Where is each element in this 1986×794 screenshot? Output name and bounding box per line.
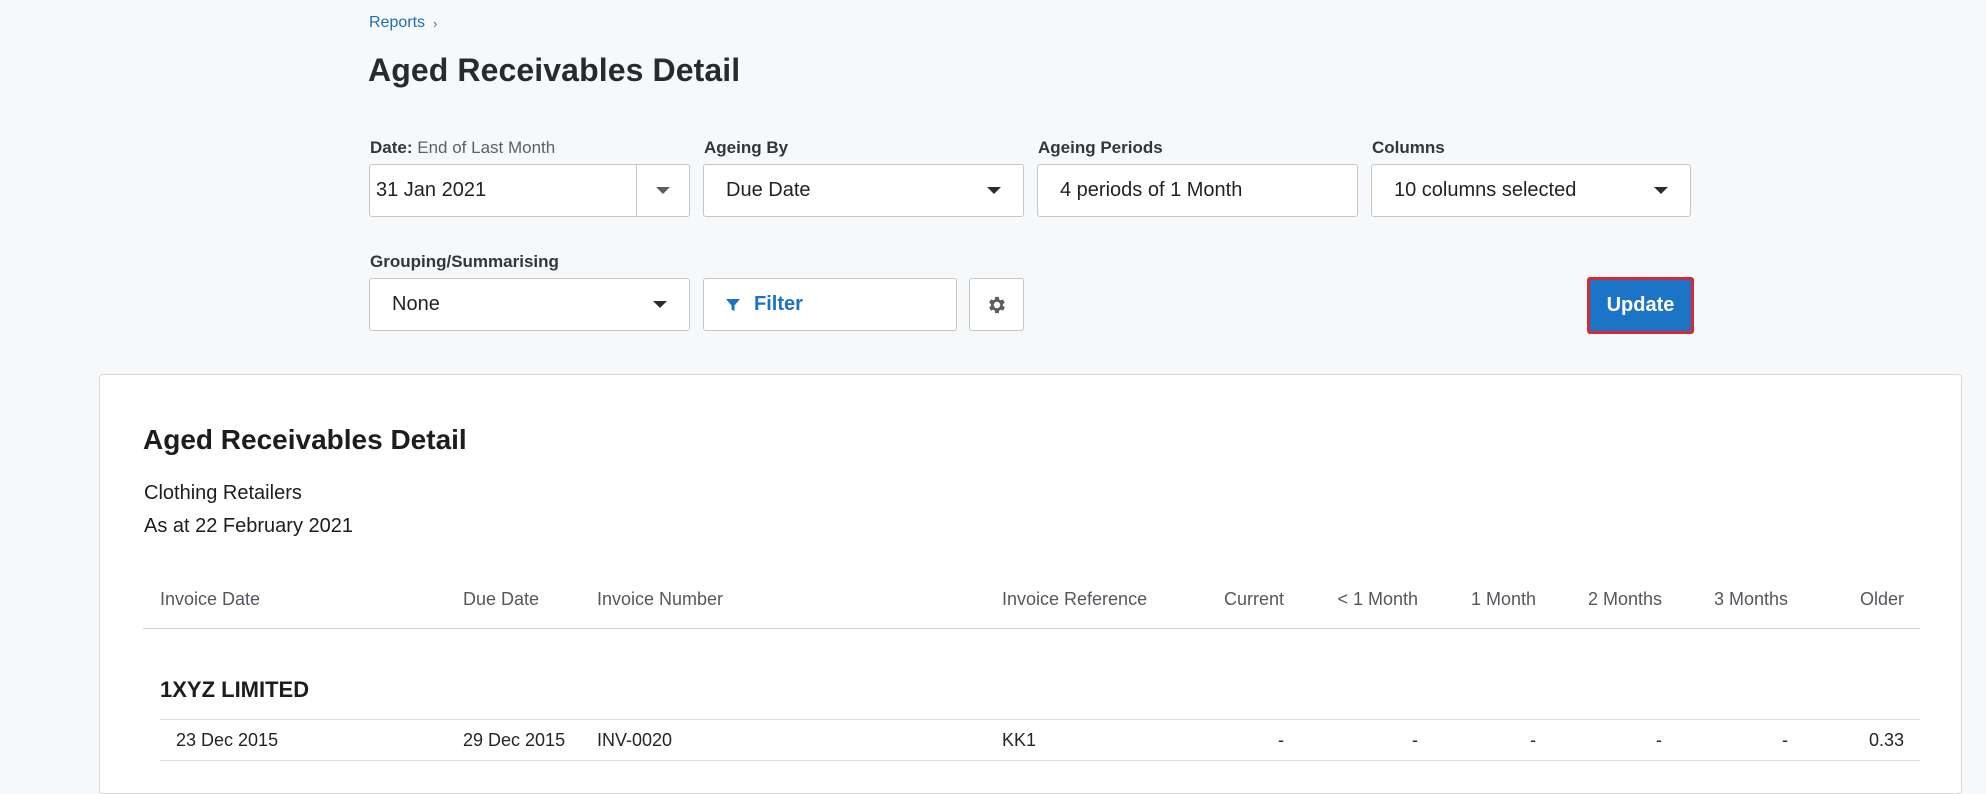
date-label: Date: End of Last Month: [370, 138, 555, 158]
column-header-invoice-date[interactable]: Invoice Date: [160, 589, 260, 610]
cell-due-date: 29 Dec 2015: [463, 730, 566, 750]
grouping-value: None: [392, 293, 440, 315]
report-title: Aged Receivables Detail: [143, 424, 467, 455]
column-header-older[interactable]: Older: [1804, 589, 1904, 610]
row-divider: [160, 760, 1920, 761]
grouping-label: Grouping/Summarising: [370, 252, 559, 271]
ageing-by-select[interactable]: Due Date: [703, 164, 1024, 217]
cell-1-month: -: [1530, 730, 1536, 750]
cell-older[interactable]: 0.33: [1804, 730, 1904, 751]
report-organisation: Clothing Retailers: [144, 482, 302, 504]
columns-select[interactable]: 10 columns selected: [1371, 164, 1691, 217]
page-title: Aged Receivables Detail: [368, 52, 741, 88]
caret-down-icon: [1654, 187, 1668, 194]
date-label-text: Date:: [370, 138, 413, 157]
breadcrumb-reports-link[interactable]: Reports: [369, 14, 425, 32]
column-header-lt-1-month[interactable]: < 1 Month: [1300, 589, 1418, 610]
date-dropdown-toggle[interactable]: [637, 187, 689, 194]
date-picker[interactable]: 31 Jan 2021: [369, 164, 690, 217]
column-header-1-month[interactable]: 1 Month: [1436, 589, 1536, 610]
header-divider: [143, 628, 1920, 629]
cell-invoice-number[interactable]: INV-0020: [597, 730, 672, 751]
cell-invoice-reference: KK1: [1002, 730, 1037, 750]
date-sub-label: End of Last Month: [417, 138, 556, 157]
cell-2-months: -: [1656, 730, 1662, 750]
gear-icon: [988, 296, 1005, 313]
settings-button[interactable]: [969, 278, 1024, 331]
filter-button[interactable]: Filter: [703, 278, 957, 331]
update-button[interactable]: Update: [1587, 277, 1694, 334]
breadcrumb: Reports ›: [369, 14, 437, 32]
column-header-due-date[interactable]: Due Date: [463, 589, 539, 610]
columns-label: Columns: [1372, 138, 1445, 157]
ageing-periods-label: Ageing Periods: [1038, 138, 1163, 157]
column-header-3-months[interactable]: 3 Months: [1678, 589, 1788, 610]
column-header-invoice-reference[interactable]: Invoice Reference: [1002, 589, 1147, 610]
column-header-invoice-number[interactable]: Invoice Number: [597, 589, 723, 610]
grouping-select[interactable]: None: [369, 278, 690, 331]
caret-down-icon: [987, 187, 1001, 194]
caret-down-icon: [653, 301, 667, 308]
ageing-periods-field[interactable]: 4 periods of 1 Month: [1037, 164, 1358, 217]
columns-value: 10 columns selected: [1394, 179, 1577, 201]
filter-button-label: Filter: [754, 293, 803, 315]
cell-current: -: [1278, 730, 1284, 750]
ageing-by-value: Due Date: [726, 179, 811, 201]
row-divider: [160, 719, 1920, 720]
date-input[interactable]: 31 Jan 2021: [370, 179, 636, 202]
ageing-periods-value: 4 periods of 1 Month: [1060, 179, 1243, 201]
filter-icon: [726, 298, 740, 311]
chevron-right-icon: ›: [433, 15, 438, 31]
group-name: 1XYZ LIMITED: [160, 677, 310, 702]
caret-down-icon: [656, 187, 670, 194]
column-header-current[interactable]: Current: [1184, 589, 1284, 610]
cell-lt-1-month: -: [1412, 730, 1418, 750]
column-header-2-months[interactable]: 2 Months: [1552, 589, 1662, 610]
ageing-by-label: Ageing By: [704, 138, 789, 157]
cell-3-months: -: [1782, 730, 1788, 750]
report-as-at: As at 22 February 2021: [144, 515, 354, 537]
cell-invoice-date: 23 Dec 2015: [176, 730, 279, 750]
